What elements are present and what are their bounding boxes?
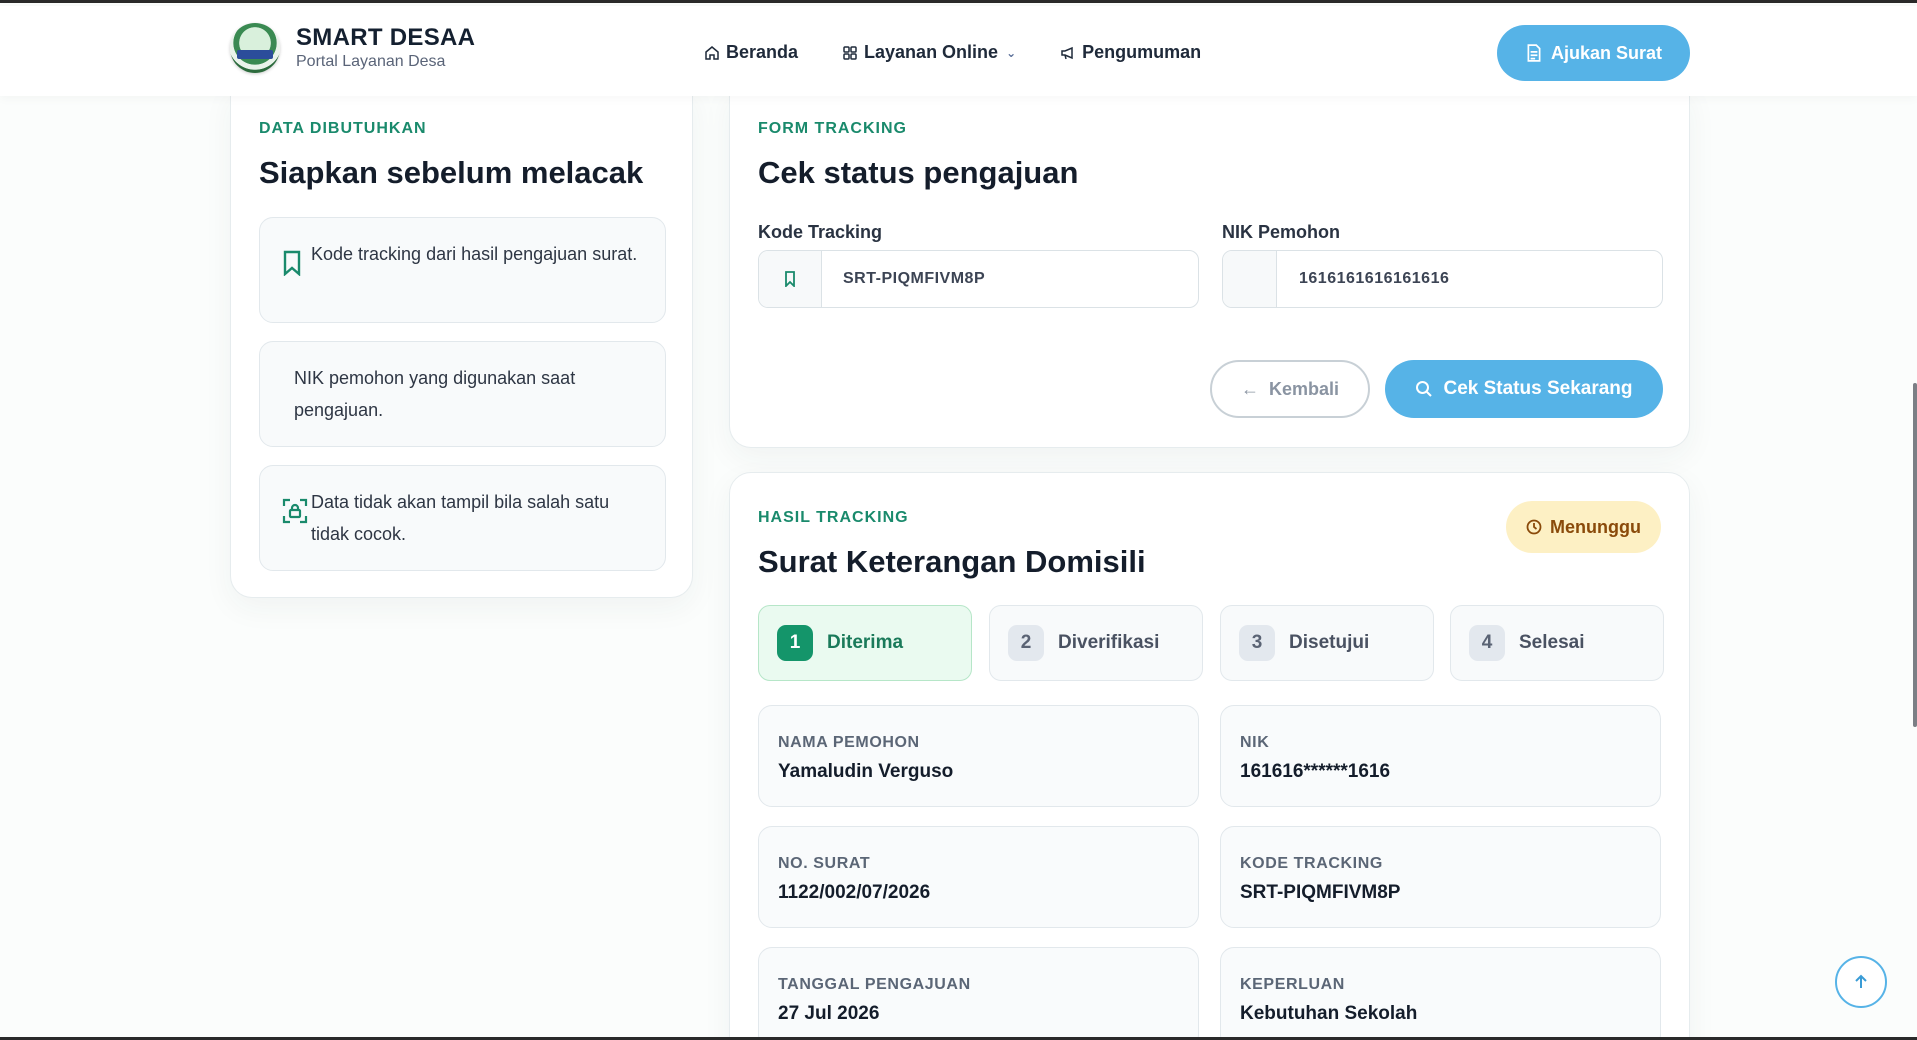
search-icon (1416, 381, 1433, 397)
home-icon (705, 45, 719, 60)
info-keperluan: KEPERLUAN Kebutuhan Sekolah (1220, 947, 1661, 1040)
form-title: Cek status pengajuan (758, 155, 1079, 190)
step-label: Selesai (1519, 632, 1585, 653)
form-eyebrow: FORM TRACKING (758, 120, 907, 137)
bookmark-icon (283, 250, 301, 276)
scroll-to-top-button[interactable] (1835, 956, 1887, 1008)
ajukan-surat-button[interactable]: Ajukan Surat (1497, 25, 1690, 81)
arrow-left-icon: ← (1240, 378, 1259, 399)
nav-pengumuman[interactable]: Pengumuman (1060, 42, 1201, 63)
info-value: 27 Jul 2026 (778, 1003, 880, 1024)
nav-beranda-label: Beranda (726, 42, 799, 62)
requirement-item: NIK pemohon yang digunakan saat pengajua… (259, 341, 666, 447)
brand-title: SMART DESAA (296, 24, 476, 51)
document-icon (1527, 44, 1541, 62)
requirement-text: Kode tracking dari hasil pengajuan surat… (311, 244, 638, 264)
step-diterima: 1 Diterima (758, 605, 972, 681)
info-key: NAMA PEMOHON (778, 734, 920, 751)
grid-icon (843, 45, 857, 60)
requirement-text: NIK pemohon yang digunakan saat pengajua… (294, 368, 576, 420)
step-label: Diterima (827, 632, 904, 653)
info-value: 161616******1616 (1240, 761, 1391, 782)
step-number: 4 (1469, 625, 1505, 661)
nav-pengumuman-label: Pengumuman (1082, 42, 1202, 62)
megaphone-icon (1061, 46, 1073, 59)
step-diverifikasi: 2 Diverifikasi (989, 605, 1203, 681)
tracking-form-card: FORM TRACKING Cek status pengajuan Kode … (729, 88, 1690, 448)
scan-lock-icon (282, 498, 308, 524)
page-scrollbar[interactable] (1913, 383, 1917, 727)
nik-addon (1223, 251, 1277, 307)
step-number: 2 (1008, 625, 1044, 661)
requirement-item: Kode tracking dari hasil pengajuan surat… (259, 217, 666, 323)
tracking-code-field (758, 250, 1199, 308)
village-logo (230, 23, 280, 73)
step-disetujui: 3 Disetujui (1220, 605, 1434, 681)
requirements-eyebrow: DATA DIBUTUHKAN (259, 120, 427, 137)
nik-field (1222, 250, 1663, 308)
info-key: NIK (1240, 734, 1270, 751)
info-key: NO. SURAT (778, 855, 871, 872)
result-title: Surat Keterangan Domisili (758, 544, 1146, 579)
ajukan-surat-label: Ajukan Surat (1550, 42, 1663, 63)
info-nik: NIK 161616******1616 (1220, 705, 1661, 807)
brand-text: SMART DESAA Portal Layanan Desa (296, 24, 475, 72)
info-value: SRT-PIQMFIVM8P (1240, 882, 1401, 903)
tracking-code-label: Kode Tracking (758, 222, 883, 242)
status-badge-label: Menunggu (1550, 516, 1641, 537)
step-selesai: 4 Selesai (1450, 605, 1664, 681)
requirements-title: Siapkan sebelum melacak (259, 155, 644, 190)
info-tanggal-pengajuan: TANGGAL PENGAJUAN 27 Jul 2026 (758, 947, 1199, 1040)
requirement-text: Data tidak akan tampil bila salah satu t… (311, 492, 610, 544)
nik-label: NIK Pemohon (1222, 222, 1341, 242)
info-key: KEPERLUAN (1240, 976, 1345, 993)
requirement-item: Data tidak akan tampil bila salah satu t… (259, 465, 666, 571)
brand[interactable]: SMART DESAA Portal Layanan Desa (230, 23, 475, 73)
result-eyebrow: HASIL TRACKING (758, 509, 909, 526)
back-button-label: Kembali (1268, 378, 1340, 399)
status-badge: Menunggu (1506, 501, 1661, 553)
info-value: Yamaludin Verguso (778, 761, 954, 782)
info-nama-pemohon: NAMA PEMOHON Yamaludin Verguso (758, 705, 1199, 807)
nav-layanan-online[interactable]: Layanan Online ⌄ (842, 42, 1016, 63)
arrow-up-icon (1855, 974, 1867, 988)
nav-beranda[interactable]: Beranda (704, 42, 798, 63)
info-value: 1122/002/07/2026 (778, 882, 931, 903)
nav-layanan-online-label: Layanan Online (864, 42, 999, 62)
bookmark-icon (785, 271, 795, 287)
step-number: 3 (1239, 625, 1275, 661)
main-nav: Beranda Layanan Online ⌄ Pengumuman (704, 42, 1201, 63)
step-number: 1 (777, 625, 813, 661)
info-value: Kebutuhan Sekolah (1240, 1003, 1418, 1024)
requirements-card: DATA DIBUTUHKAN Siapkan sebelum melacak … (230, 88, 693, 598)
tracking-code-input[interactable] (843, 251, 1183, 307)
tracking-result-card: HASIL TRACKING Surat Keterangan Domisili… (729, 472, 1690, 1040)
nik-input[interactable] (1299, 251, 1639, 307)
brand-subtitle: Portal Layanan Desa (296, 53, 446, 70)
top-navbar: SMART DESAA Portal Layanan Desa Beranda … (0, 6, 1917, 96)
step-label: Diverifikasi (1058, 632, 1160, 653)
step-label: Disetujui (1289, 632, 1370, 653)
info-key: KODE TRACKING (1240, 855, 1383, 872)
chevron-down-icon: ⌄ (1006, 45, 1017, 60)
back-button[interactable]: ← Kembali (1210, 360, 1370, 418)
check-status-button[interactable]: Cek Status Sekarang (1385, 360, 1663, 418)
clock-icon (1526, 519, 1542, 535)
info-kode-tracking: KODE TRACKING SRT-PIQMFIVM8P (1220, 826, 1661, 928)
info-key: TANGGAL PENGAJUAN (778, 976, 971, 993)
tracking-addon (759, 251, 822, 307)
check-status-label: Cek Status Sekarang (1443, 378, 1633, 399)
logo-band (237, 50, 273, 59)
info-no-surat: NO. SURAT 1122/002/07/2026 (758, 826, 1199, 928)
